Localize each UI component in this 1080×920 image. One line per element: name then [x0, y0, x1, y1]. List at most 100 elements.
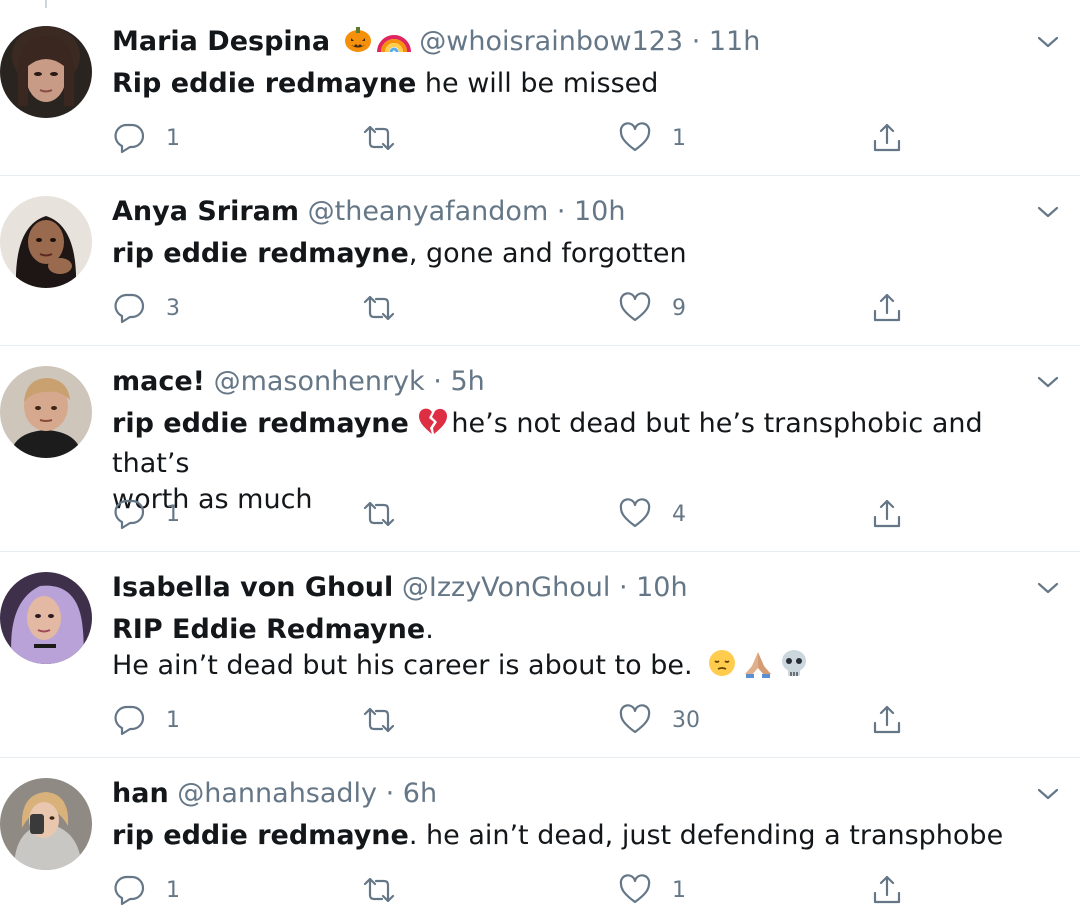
retweet-button[interactable] — [362, 702, 416, 738]
text-rest: . he ain’t dead, just defending a transp… — [408, 820, 1004, 851]
bold-text: rip eddie redmayne — [112, 238, 409, 269]
timestamp[interactable]: · 11h — [692, 26, 761, 57]
retweet-button[interactable] — [362, 872, 416, 908]
reply-button[interactable]: 1 — [112, 120, 180, 156]
tweet-text: RIP Eddie Redmayne. He ain’t dead but hi… — [112, 612, 1062, 688]
chevron-down-icon[interactable] — [1036, 30, 1060, 54]
retweet-icon — [363, 877, 395, 903]
reply-button[interactable]: 3 — [112, 290, 180, 326]
reply-icon — [114, 875, 145, 906]
share-button[interactable] — [870, 290, 904, 326]
retweet-button[interactable] — [362, 496, 416, 532]
text-line-1: RIP Eddie Redmayne. — [112, 612, 1062, 648]
like-button[interactable]: 4 — [618, 496, 686, 532]
chevron-down-icon[interactable] — [1036, 782, 1060, 806]
text-rest: . — [425, 614, 434, 645]
like-count: 9 — [672, 295, 686, 321]
avatar[interactable] — [0, 572, 92, 664]
tweet-text: rip eddie redmayne, gone and forgotten — [112, 236, 1062, 272]
pensive-face-icon — [707, 648, 737, 688]
avatar[interactable] — [0, 366, 92, 458]
tweet[interactable]: han @hannahsadly · 6h rip eddie redmayne… — [0, 758, 1080, 920]
tweet[interactable]: Anya Sriram @theanyafandom · 10h rip edd… — [0, 176, 1080, 346]
like-count: 1 — [672, 125, 686, 151]
avatar[interactable] — [0, 196, 92, 288]
tweet-actions: 1 30 — [112, 702, 932, 738]
bold-text: rip eddie redmayne — [112, 408, 409, 439]
text-rest: , gone and forgotten — [408, 238, 687, 269]
display-name[interactable]: han — [112, 778, 169, 809]
reply-count: 3 — [166, 295, 180, 321]
reply-count: 1 — [166, 501, 180, 527]
text-line-2-text: He ain’t dead but his career is about to… — [112, 650, 693, 681]
tweet-actions: 3 9 — [112, 290, 932, 326]
user-handle[interactable]: @hannahsadly — [177, 778, 377, 809]
display-name[interactable]: mace! — [112, 366, 205, 397]
share-button[interactable] — [870, 120, 904, 156]
reply-icon — [114, 123, 145, 154]
chevron-down-icon[interactable] — [1036, 576, 1060, 600]
display-name[interactable]: Anya Sriram — [112, 196, 299, 227]
heart-icon — [619, 292, 651, 322]
display-name[interactable]: Maria Despina — [112, 26, 330, 57]
reply-button[interactable]: 1 — [112, 702, 180, 738]
retweet-icon — [363, 501, 395, 527]
tweet-header: mace! @masonhenryk · 5h — [112, 364, 485, 400]
reply-icon — [114, 293, 145, 324]
tweet[interactable]: Maria Despina @whoisrainbow123 · 11h Rip… — [0, 0, 1080, 176]
heart-icon — [619, 122, 651, 152]
user-handle[interactable]: @theanyafandom — [308, 196, 549, 227]
tweet-header: Isabella von Ghoul @IzzyVonGhoul · 10h — [112, 570, 688, 606]
reply-icon — [114, 705, 145, 736]
user-handle[interactable]: @whoisrainbow123 — [419, 26, 683, 57]
timestamp[interactable]: · 5h — [433, 366, 484, 397]
avatar[interactable] — [0, 778, 92, 870]
jack-o-lantern-icon — [343, 24, 373, 64]
retweet-button[interactable] — [362, 290, 416, 326]
share-icon — [873, 293, 901, 322]
tweet-text: rip eddie redmayne. he ain’t dead, just … — [112, 818, 1062, 854]
user-handle[interactable]: @IzzyVonGhoul — [402, 572, 610, 603]
like-button[interactable]: 1 — [618, 872, 686, 908]
tweet[interactable]: Isabella von Ghoul @IzzyVonGhoul · 10h R… — [0, 552, 1080, 758]
user-handle[interactable]: @masonhenryk — [214, 366, 425, 397]
like-button[interactable]: 1 — [618, 120, 686, 156]
reply-icon — [114, 499, 145, 530]
tweet-header: Maria Despina @whoisrainbow123 · 11h — [112, 24, 760, 64]
retweet-button[interactable] — [362, 120, 416, 156]
text-rest: he will be missed — [416, 68, 659, 99]
timestamp[interactable]: · 6h — [386, 778, 437, 809]
reply-count: 1 — [166, 125, 180, 151]
avatar[interactable] — [0, 26, 92, 118]
chevron-down-icon[interactable] — [1036, 200, 1060, 224]
timestamp[interactable]: · 10h — [619, 572, 688, 603]
heart-icon — [619, 498, 651, 528]
display-name[interactable]: Isabella von Ghoul — [112, 572, 393, 603]
share-icon — [873, 499, 901, 528]
reply-button[interactable]: 1 — [112, 496, 180, 532]
tweet-actions: 1 4 — [112, 496, 932, 532]
bold-text: rip eddie redmayne — [112, 820, 409, 851]
like-button[interactable]: 9 — [618, 290, 686, 326]
reply-button[interactable]: 1 — [112, 872, 180, 908]
retweet-icon — [363, 125, 395, 151]
like-count: 30 — [672, 707, 700, 733]
text-line-2: He ain’t dead but his career is about to… — [112, 648, 1062, 688]
tweet[interactable]: mace! @masonhenryk · 5h rip eddie redmay… — [0, 346, 1080, 552]
chevron-down-icon[interactable] — [1036, 370, 1060, 394]
folded-hands-icon — [741, 648, 775, 688]
share-icon — [873, 875, 901, 904]
share-button[interactable] — [870, 872, 904, 908]
skull-icon — [779, 648, 809, 688]
like-count: 4 — [672, 501, 686, 527]
share-button[interactable] — [870, 702, 904, 738]
tweet-actions: 1 1 — [112, 872, 932, 908]
like-button[interactable]: 30 — [618, 702, 700, 738]
share-button[interactable] — [870, 496, 904, 532]
tweet-header: Anya Sriram @theanyafandom · 10h — [112, 194, 625, 230]
tweet-text: Rip eddie redmayne he will be missed — [112, 66, 1062, 102]
timestamp[interactable]: · 10h — [557, 196, 626, 227]
text-line-1: rip eddie redmayne he’s not dead but he’… — [112, 406, 1062, 482]
retweet-icon — [363, 295, 395, 321]
tweet-actions: 1 1 — [112, 120, 932, 156]
